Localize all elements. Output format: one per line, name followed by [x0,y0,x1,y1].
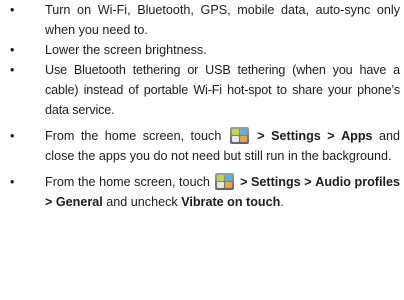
bullet: • [10,3,15,17]
nav-path-vibrate: Vibrate on touch [181,195,281,209]
apps-launcher-icon [215,173,235,190]
nav-path-apps: Apps [341,129,373,143]
item-text-pre: From the home screen, touch [45,129,222,143]
item-text: Use Bluetooth tethering or USB tethering… [45,63,400,117]
item-text-end: . [280,195,284,209]
bullet: • [10,129,15,143]
nav-path-settings: > Settings > [257,129,335,143]
item-text: Lower the screen brightness. [45,43,207,57]
bullet: • [10,63,15,77]
list-item: • Use Bluetooth tethering or USB tetheri… [0,60,404,120]
list-item: • Lower the screen brightness. [0,40,404,60]
item-text-pre: From the home screen, touch [45,175,210,189]
list-item: • Turn on Wi-Fi, Bluetooth, GPS, mobile … [0,0,404,40]
item-text-mid: and uncheck [106,195,178,209]
bullet: • [10,43,15,57]
bullet: • [10,175,15,189]
list-item: • From the home screen, touch > Settings… [0,126,404,166]
apps-launcher-icon [229,127,249,144]
tips-list: • Turn on Wi-Fi, Bluetooth, GPS, mobile … [0,0,404,212]
nav-path-settings: > Settings > [240,175,312,189]
item-text: Turn on Wi-Fi, Bluetooth, GPS, mobile da… [45,3,400,37]
list-item: • From the home screen, touch > Settings… [0,172,404,212]
